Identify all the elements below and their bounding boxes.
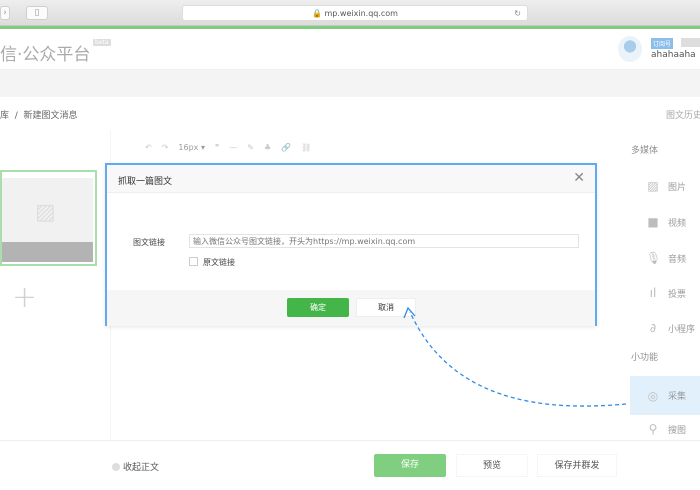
url-text: mp.weixin.qq.com [324,9,398,18]
dialog-header: 抓取一篇图文 ✕ [107,165,595,193]
breadcrumb-parent[interactable]: 库 [0,111,9,121]
nav-band [0,70,700,97]
collapse-label: 收起正文 [123,463,160,473]
link-label: 图文链接 [133,238,165,247]
fetch-article-dialog: 抓取一篇图文 ✕ 图文链接 原文链接 确定 取消 [105,163,597,326]
breadcrumb: 库 / 新建图文消息 [0,108,78,121]
save-button[interactable]: 保存 [374,454,446,477]
collapse-icon [112,462,120,471]
preview-button[interactable]: 预览 [456,454,528,477]
breadcrumb-separator: / [14,111,18,121]
address-bar[interactable]: 🔒 mp.weixin.qq.com ↻ [182,5,528,21]
dialog-footer [107,290,595,326]
account-type-badge: 订阅号 [651,38,674,49]
article-link-input[interactable] [189,234,579,248]
dialog-title: 抓取一篇图文 [118,177,173,187]
original-link-label[interactable]: 原文链接 [203,257,235,268]
confirm-button[interactable]: 确定 [287,298,349,317]
breadcrumb-current: 新建图文消息 [23,111,78,121]
forward-button[interactable]: › [0,6,10,20]
save-and-send-button[interactable]: 保存并群发 [537,454,617,477]
logo[interactable]: 信·公众平台 [0,40,90,65]
close-icon[interactable]: ✕ [573,170,585,186]
collapse-body-toggle[interactable]: 收起正文 [112,460,159,473]
avatar[interactable] [618,36,642,62]
beta-badge: beta [93,39,111,46]
original-link-checkbox[interactable] [189,257,198,266]
verify-badge [681,38,700,47]
browser-toolbar: › ▯ 🔒 mp.weixin.qq.com ↻ [0,0,700,26]
reload-icon[interactable]: ↻ [514,6,521,21]
sidebar-toggle-button[interactable]: ▯ [26,6,48,20]
site-header [0,29,700,70]
username[interactable]: ahahaaha [651,50,696,60]
cancel-button[interactable]: 取消 [356,298,416,317]
history-link[interactable]: 图文历史 [666,108,700,121]
